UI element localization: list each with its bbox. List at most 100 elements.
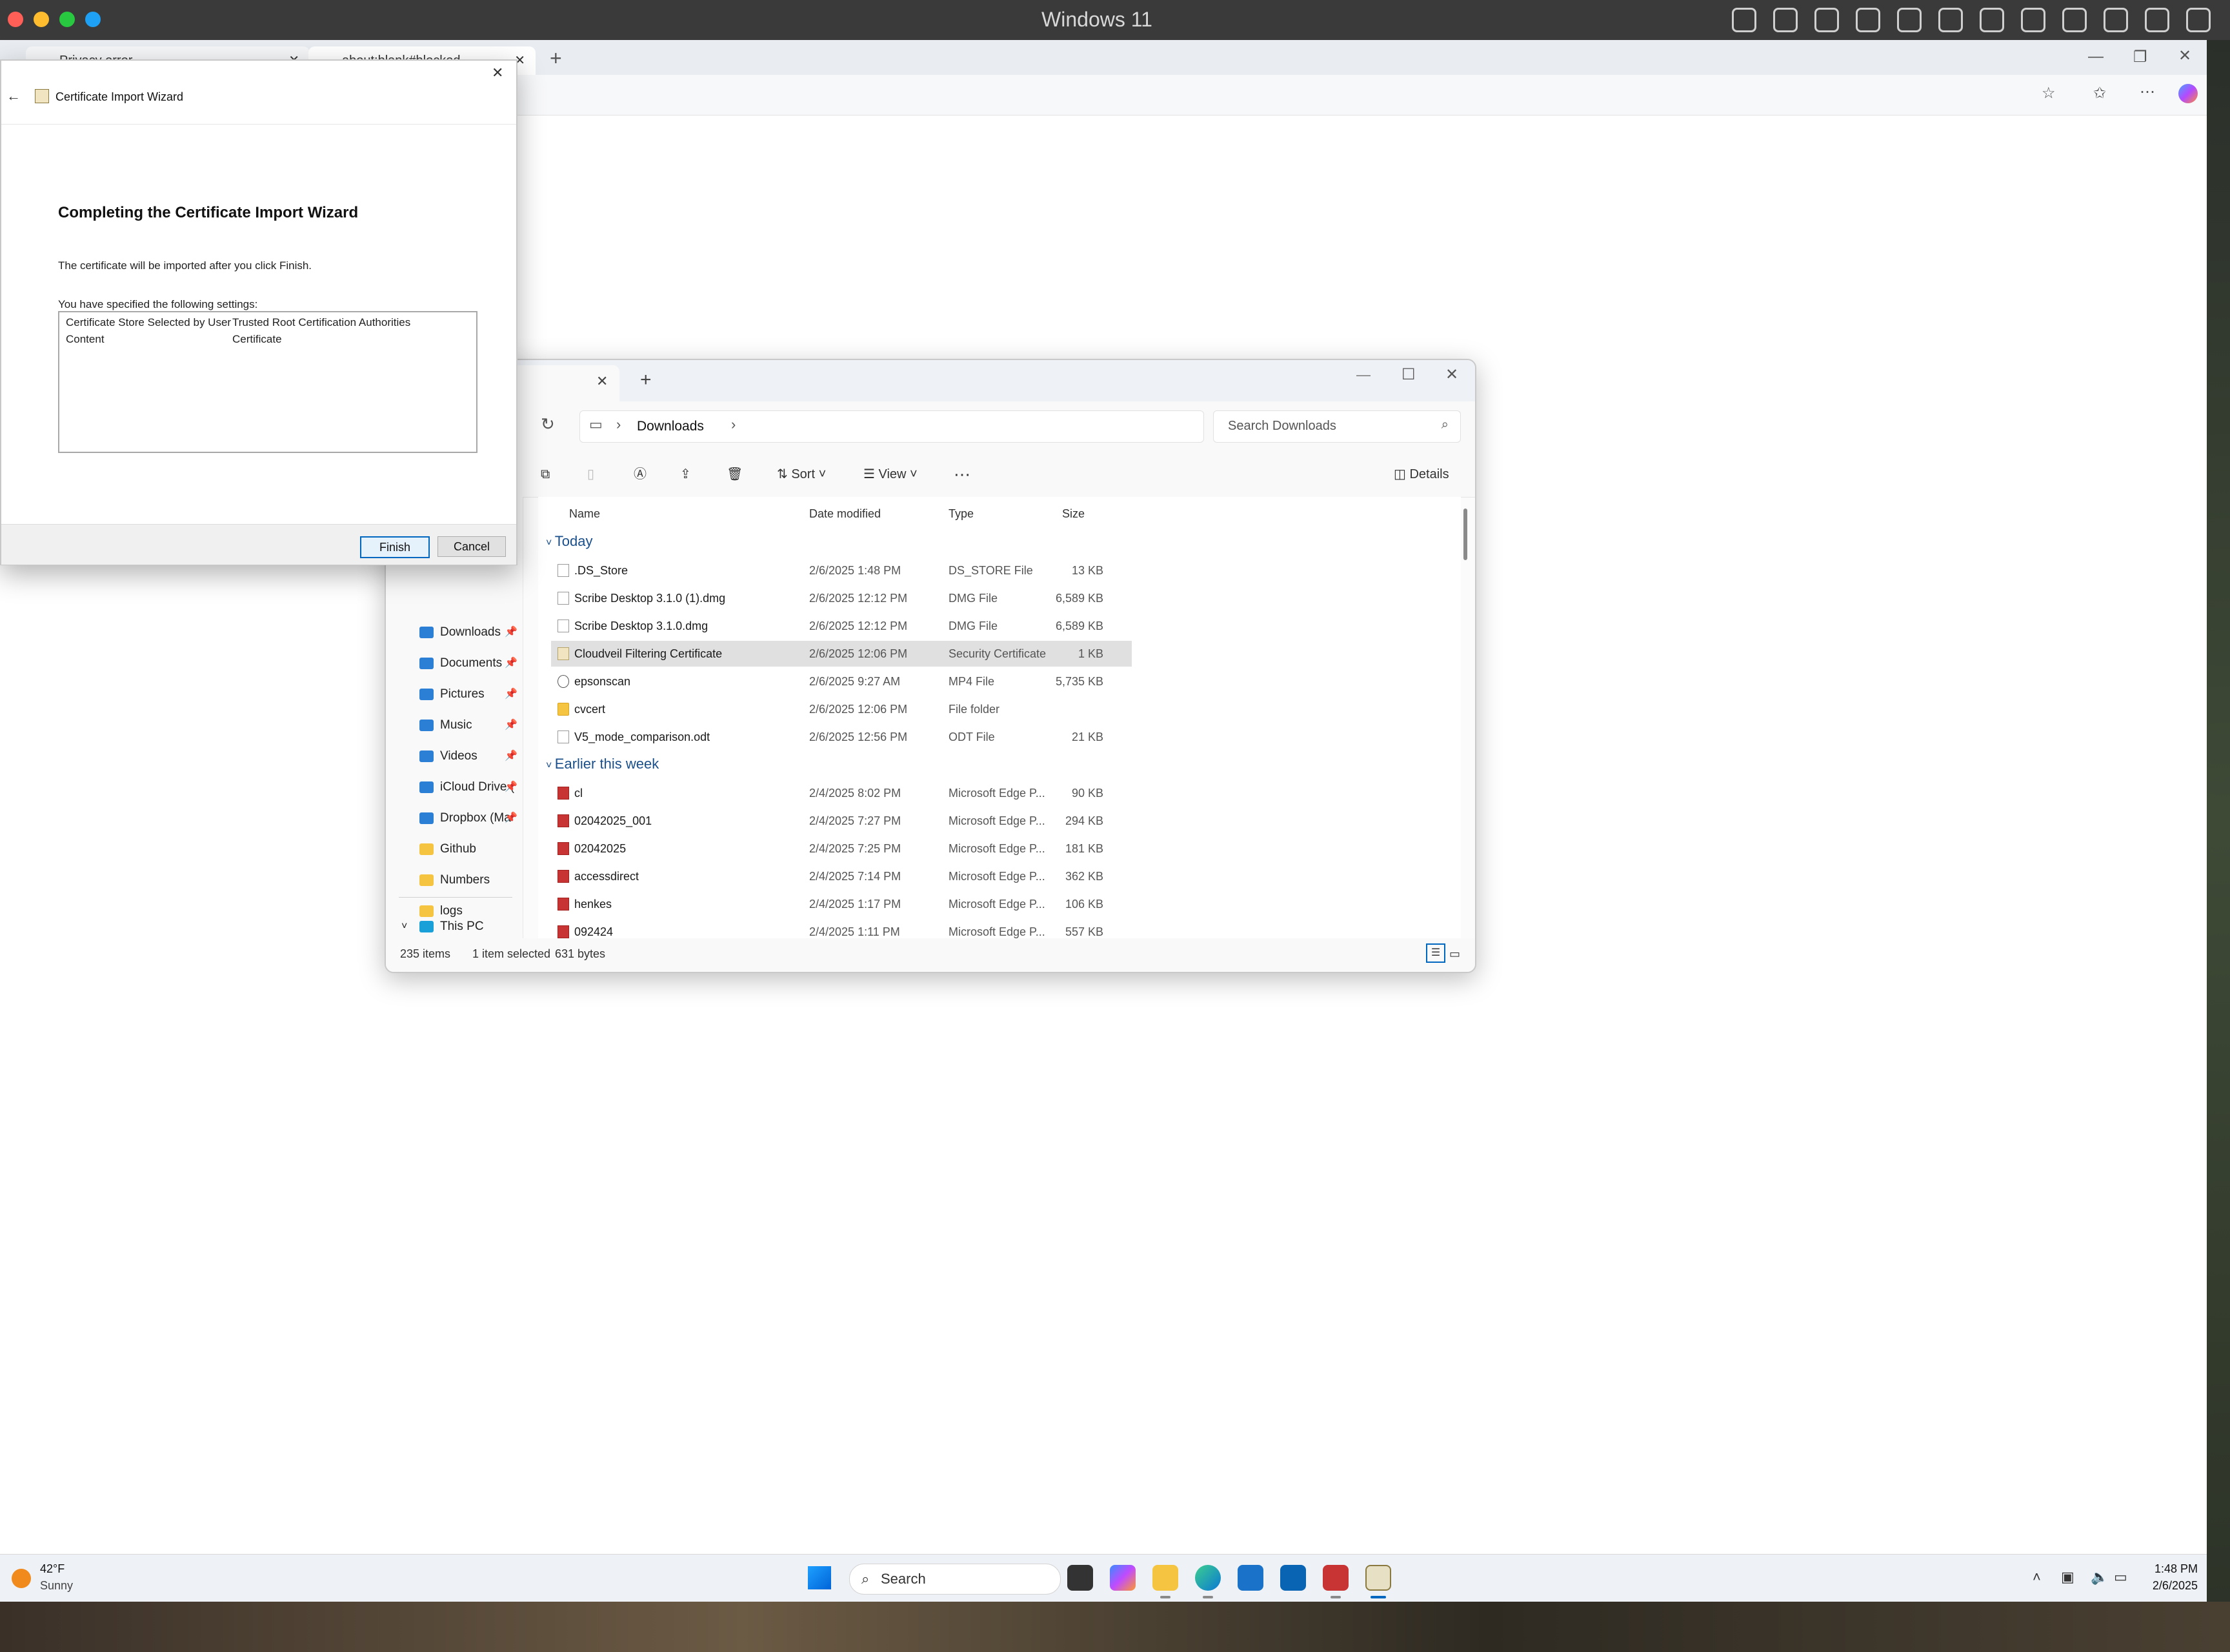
clock-date[interactable]: 2/6/2025: [2142, 1579, 2198, 1593]
file-row[interactable]: .DS_Store 2/6/2025 1:48 PM DS_STORE File 13…: [551, 558, 1132, 583]
address-bar[interactable]: ▭ › Downloads ›: [579, 410, 1204, 443]
chevron-down-icon[interactable]: ˅: [401, 914, 407, 940]
sidebar-item-this-pc[interactable]: ˅ This PC: [401, 914, 517, 940]
certificate-wizard-icon[interactable]: [1365, 1565, 1391, 1591]
file-row[interactable]: 02042025_001 2/4/2025 7:27 PM Microsoft Ed…: [551, 808, 1132, 834]
details-pane-button[interactable]: ◫ Details: [1394, 463, 1449, 485]
more-options-icon[interactable]: ⋯: [2140, 83, 2155, 101]
sidebar-item[interactable]: Pictures 📌: [401, 681, 517, 707]
task-view-icon[interactable]: [1067, 1565, 1093, 1591]
back-arrow-icon[interactable]: [2145, 8, 2169, 32]
file-row[interactable]: 02042025 2/4/2025 7:25 PM Microsoft Edge P…: [551, 836, 1132, 861]
column-header-date[interactable]: Date modified: [809, 507, 881, 521]
cpu-icon[interactable]: [1773, 8, 1798, 32]
sidebar-item[interactable]: Numbers: [401, 867, 517, 893]
file-row[interactable]: accessdirect 2/4/2025 7:14 PM Microsoft Ed…: [551, 863, 1132, 889]
file-row[interactable]: Scribe Desktop 3.1.0 (1).dmg 2/6/2025 12:…: [551, 585, 1132, 611]
cancel-button[interactable]: Cancel: [437, 536, 506, 557]
file-row[interactable]: Cloudveil Filtering Certificate 2/6/2025 …: [551, 641, 1132, 667]
weather-temperature[interactable]: 42°F: [40, 1562, 65, 1576]
tab-close-icon[interactable]: ✕: [596, 373, 608, 390]
breadcrumb-chevron-icon[interactable]: ›: [616, 416, 621, 433]
file-row[interactable]: henkes 2/4/2025 1:17 PM Microsoft Edge P..…: [551, 891, 1132, 917]
back-arrow-icon[interactable]: ←: [6, 88, 21, 105]
minimize-icon[interactable]: —: [2088, 48, 2104, 66]
file-row[interactable]: cvcert 2/6/2025 12:06 PM File folder: [551, 696, 1132, 722]
file-row[interactable]: cl 2/4/2025 8:02 PM Microsoft Edge P... 90 …: [551, 780, 1132, 806]
view-button[interactable]: ☰ View ˅: [863, 463, 918, 485]
file-row[interactable]: 092424 2/4/2025 1:11 PM Microsoft Edge P..…: [551, 919, 1132, 938]
taskbar-search[interactable]: ⌕ Search: [849, 1564, 1061, 1595]
restore-icon[interactable]: ❐: [2133, 48, 2147, 66]
clock-time[interactable]: 1:48 PM: [2142, 1562, 2198, 1576]
breadcrumb-chevron-icon[interactable]: ›: [731, 416, 736, 433]
store-icon[interactable]: [1238, 1565, 1263, 1591]
zoom-traffic-light[interactable]: [59, 12, 75, 27]
start-windows-icon[interactable]: [808, 1566, 831, 1589]
sidebar-item[interactable]: Videos 📌: [401, 743, 517, 769]
file-row[interactable]: V5_mode_comparison.odt 2/6/2025 12:56 PM O…: [551, 724, 1132, 750]
drive-icon[interactable]: [2021, 8, 2045, 32]
new-tab-plus-icon[interactable]: +: [640, 369, 652, 391]
column-header-size[interactable]: Size: [1062, 507, 1085, 521]
sidebar-item[interactable]: Github: [401, 836, 517, 862]
close-traffic-light[interactable]: [8, 12, 23, 27]
sidebar-item[interactable]: Downloads 📌: [401, 620, 517, 645]
share-icon[interactable]: ⇪: [680, 463, 691, 485]
finish-button[interactable]: Finish: [360, 536, 430, 558]
file-explorer-icon[interactable]: [1152, 1565, 1178, 1591]
favorites-icon[interactable]: ✩: [2093, 84, 2106, 103]
delete-icon[interactable]: 🗑: [727, 463, 743, 485]
breadcrumb-downloads[interactable]: Downloads: [637, 419, 704, 434]
microphone-icon[interactable]: [1980, 8, 2004, 32]
chevron-down-icon[interactable]: ˅: [546, 538, 555, 549]
details-view-icon[interactable]: ☰: [1426, 943, 1445, 963]
chevron-up-icon[interactable]: ˄: [2033, 1569, 2041, 1586]
camera-off-icon[interactable]: [1856, 8, 1880, 32]
video-icon[interactable]: [2062, 8, 2087, 32]
copy-icon[interactable]: ⧉: [541, 463, 550, 485]
chevron-down-icon[interactable]: ˅: [546, 760, 555, 771]
network-icon[interactable]: ▣: [2061, 1569, 2074, 1586]
sidebar-item[interactable]: Documents 📌: [401, 650, 517, 676]
usb-icon[interactable]: [1814, 8, 1839, 32]
sidebar-item[interactable]: Dropbox (Ma 📌: [401, 805, 517, 831]
globe-icon[interactable]: [1897, 8, 1922, 32]
minimize-traffic-light[interactable]: [34, 12, 49, 27]
group-header[interactable]: ˅ Earlier this week: [546, 756, 659, 772]
copilot-icon[interactable]: [2178, 84, 2198, 103]
minimize-icon[interactable]: —: [1356, 367, 1371, 383]
refresh-icon[interactable]: ↻: [541, 414, 555, 434]
more-options-icon[interactable]: ⋯: [954, 463, 970, 485]
settings-gear-icon[interactable]: [2186, 8, 2211, 32]
favorite-star-icon[interactable]: ☆: [2042, 84, 2056, 103]
file-row[interactable]: Scribe Desktop 3.1.0.dmg 2/6/2025 12:12 P…: [551, 613, 1132, 639]
new-tab-plus-icon[interactable]: +: [550, 46, 562, 70]
file-row[interactable]: epsonscan 2/6/2025 9:27 AM MP4 File 5,735 K…: [551, 669, 1132, 694]
weather-description[interactable]: Sunny: [40, 1579, 73, 1593]
outlook-icon[interactable]: [1280, 1565, 1306, 1591]
search-input[interactable]: Search Downloads: [1228, 419, 1336, 434]
keyboard-icon[interactable]: [1732, 8, 1756, 32]
file-list-scrollbar[interactable]: [1463, 509, 1467, 560]
copilot-icon[interactable]: [1110, 1565, 1136, 1591]
edge-browser-icon[interactable]: [1195, 1565, 1221, 1591]
close-icon[interactable]: ✕: [1445, 365, 1458, 384]
sidebar-item[interactable]: Music 📌: [401, 712, 517, 738]
rename-icon[interactable]: Ⓐ: [634, 463, 647, 485]
certificate-manager-icon[interactable]: [1323, 1565, 1349, 1591]
group-header[interactable]: ˅ Today: [546, 533, 593, 550]
close-icon[interactable]: ✕: [492, 65, 503, 81]
sidebar-item[interactable]: iCloud Drive (📌: [401, 774, 517, 800]
speaker-icon[interactable]: [1938, 8, 1963, 32]
close-icon[interactable]: ✕: [2178, 46, 2191, 65]
search-icon[interactable]: ⌕: [1441, 418, 1449, 432]
column-header-name[interactable]: Name: [569, 507, 600, 521]
paste-icon[interactable]: ▯: [587, 463, 594, 485]
tiles-view-icon[interactable]: ▭: [1449, 945, 1460, 963]
volume-icon[interactable]: 🔈: [2091, 1569, 2108, 1586]
weather-sun-icon[interactable]: [12, 1569, 31, 1588]
battery-icon[interactable]: ▭: [2114, 1569, 2127, 1586]
column-header-type[interactable]: Type: [949, 507, 974, 521]
search-box[interactable]: Search Downloads ⌕: [1213, 410, 1461, 443]
